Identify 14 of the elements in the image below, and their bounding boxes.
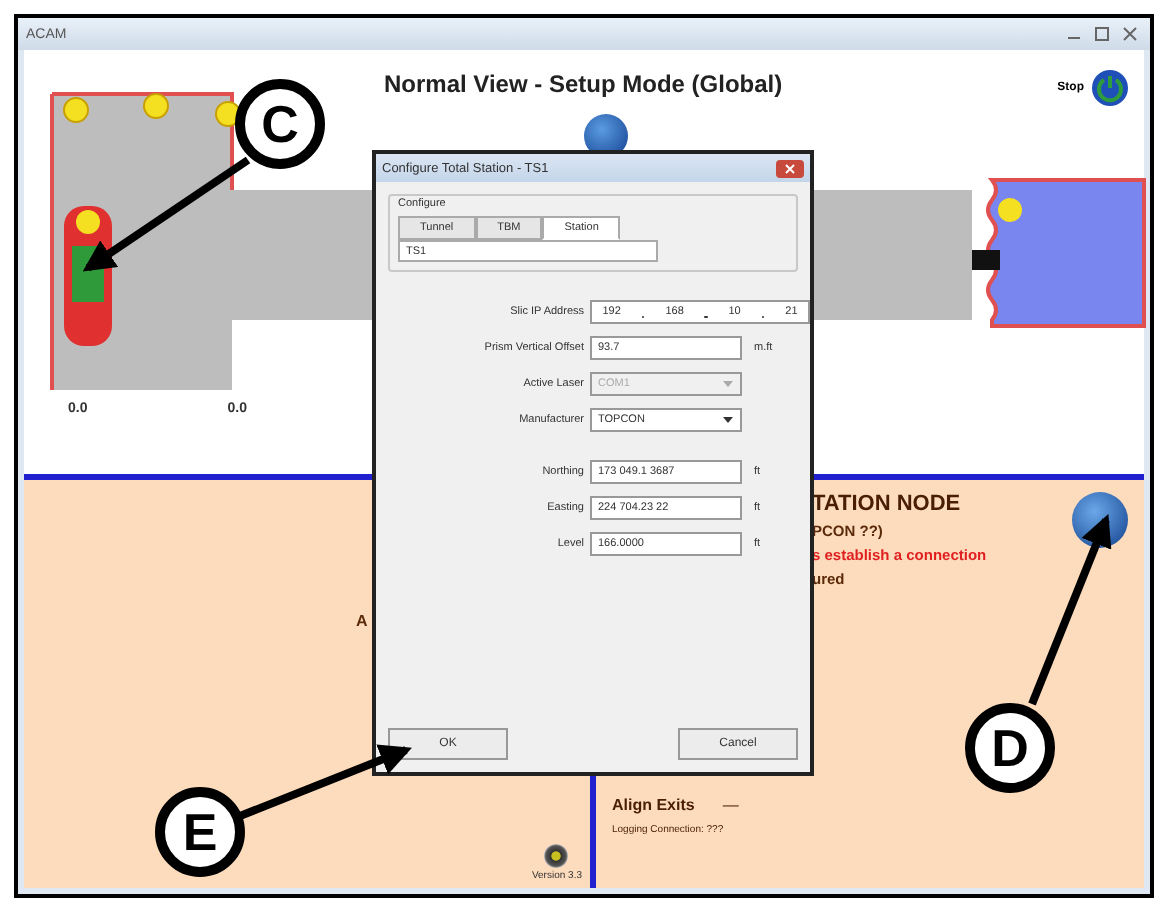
view-title: Normal View - Setup Mode (Global) <box>384 70 783 98</box>
target-icon[interactable] <box>544 844 569 868</box>
callout-marker: E <box>155 787 245 877</box>
close-button[interactable] <box>1122 26 1138 42</box>
align-label: Align Exits <box>612 796 695 814</box>
caret-icon[interactable] <box>722 414 734 426</box>
station-heading: TATION NODE <box>812 492 963 516</box>
power-icon[interactable] <box>1092 70 1128 106</box>
callout-marker: D <box>965 703 1055 793</box>
close-button[interactable] <box>776 159 804 177</box>
maximize-button[interactable] <box>1094 26 1110 42</box>
callout-marker: C <box>235 79 325 169</box>
panel-text: A <box>356 612 368 630</box>
align-value: — <box>722 796 739 814</box>
